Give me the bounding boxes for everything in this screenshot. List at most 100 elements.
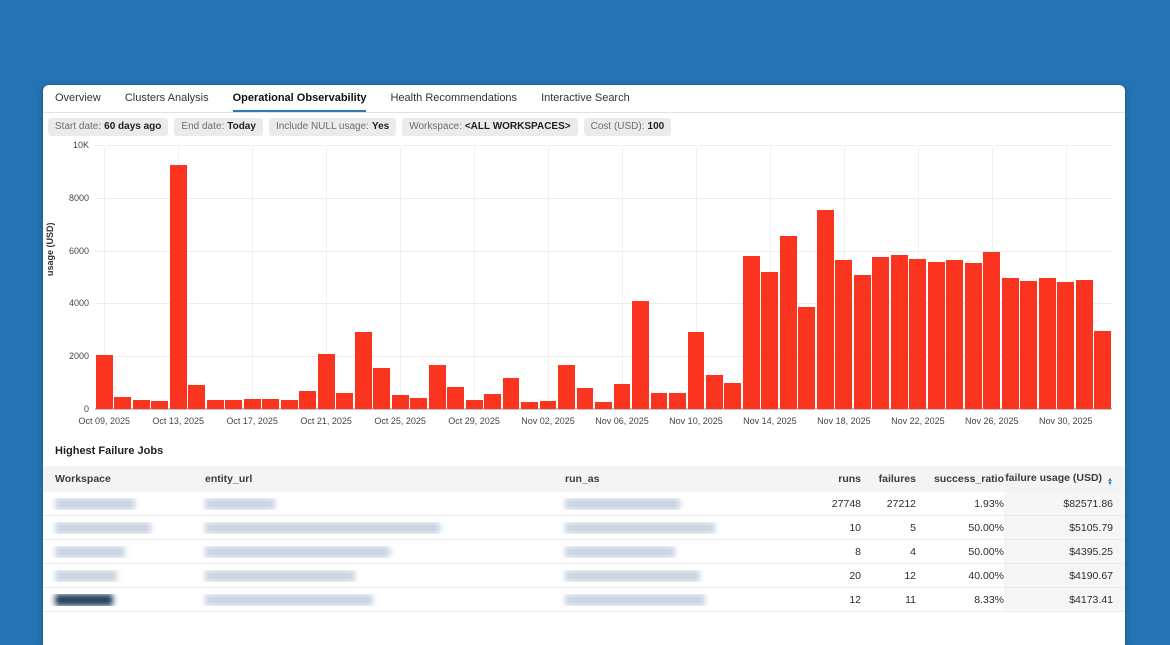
column-header-failures[interactable]: failures bbox=[861, 473, 916, 485]
tab-operational-observability[interactable]: Operational Observability bbox=[233, 85, 367, 112]
usage-bar-nov-26-2025[interactable] bbox=[983, 252, 1000, 409]
table-row: 201240.00%$4190.67 bbox=[43, 564, 1125, 588]
usage-bar-nov-28-2025[interactable] bbox=[1020, 281, 1037, 409]
sort-icon[interactable]: ▲▼ bbox=[1107, 478, 1113, 486]
usage-bar-oct-13-2025[interactable] bbox=[170, 165, 187, 409]
column-header-workspace[interactable]: Workspace bbox=[43, 473, 193, 485]
column-header-failure-usage-usd[interactable]: failure usage (USD)▲▼ bbox=[1004, 472, 1125, 486]
filter-chip-end-date[interactable]: End date:Today bbox=[174, 118, 263, 136]
usage-bar-oct-22-2025[interactable] bbox=[336, 393, 353, 409]
cell-success-ratio: 8.33% bbox=[916, 594, 1004, 606]
usage-bar-nov-08-2025[interactable] bbox=[651, 393, 668, 409]
column-header-runs[interactable]: runs bbox=[796, 473, 861, 485]
column-header-label: run_as bbox=[565, 473, 599, 485]
usage-bar-oct-12-2025[interactable] bbox=[151, 401, 168, 409]
usage-bar-oct-24-2025[interactable] bbox=[373, 368, 390, 409]
y-tick-label: 2000 bbox=[69, 351, 89, 361]
usage-bar-nov-11-2025[interactable] bbox=[706, 375, 723, 409]
gridline-vertical bbox=[252, 145, 253, 409]
y-tick-label: 8000 bbox=[69, 193, 89, 203]
filter-chip-start-date[interactable]: Start date:60 days ago bbox=[48, 118, 168, 136]
usage-bar-nov-17-2025[interactable] bbox=[817, 210, 834, 409]
usage-bar-oct-20-2025[interactable] bbox=[299, 391, 316, 409]
usage-bar-oct-14-2025[interactable] bbox=[188, 385, 205, 409]
usage-bar-oct-30-2025[interactable] bbox=[484, 394, 501, 409]
desktop-background: { "page": { "background_color": "#2573b3… bbox=[0, 0, 1170, 612]
filter-chip-cost-usd[interactable]: Cost (USD):100 bbox=[584, 118, 672, 136]
usage-bar-dec-02-2025[interactable] bbox=[1094, 331, 1111, 409]
usage-bar-oct-21-2025[interactable] bbox=[318, 354, 335, 409]
filter-value: Today bbox=[227, 121, 256, 132]
table-row: 10550.00%$5105.79 bbox=[43, 516, 1125, 540]
cell-failures: 27212 bbox=[861, 498, 916, 510]
dashboard-tab-bar: Overview Clusters Analysis Operational Obs… bbox=[43, 85, 1125, 113]
usage-bar-nov-03-2025[interactable] bbox=[558, 365, 575, 409]
usage-bar-oct-31-2025[interactable] bbox=[503, 378, 520, 409]
usage-bar-oct-10-2025[interactable] bbox=[114, 397, 131, 409]
redacted-cell-blur bbox=[55, 498, 135, 510]
usage-bar-oct-26-2025[interactable] bbox=[410, 398, 427, 409]
usage-bar-nov-01-2025[interactable] bbox=[521, 402, 538, 409]
usage-bar-dec-01-2025[interactable] bbox=[1076, 280, 1093, 409]
usage-bar-nov-15-2025[interactable] bbox=[780, 236, 797, 409]
usage-bar-nov-23-2025[interactable] bbox=[928, 262, 945, 409]
usage-bar-oct-16-2025[interactable] bbox=[225, 400, 242, 409]
usage-bar-nov-02-2025[interactable] bbox=[540, 401, 557, 409]
usage-bar-nov-25-2025[interactable] bbox=[965, 263, 982, 409]
usage-bar-nov-16-2025[interactable] bbox=[798, 307, 815, 409]
usage-bar-nov-07-2025[interactable] bbox=[632, 301, 649, 409]
usage-bar-nov-10-2025[interactable] bbox=[688, 332, 705, 409]
usage-bar-nov-24-2025[interactable] bbox=[946, 260, 963, 409]
usage-bar-oct-23-2025[interactable] bbox=[355, 332, 372, 409]
gridline-vertical bbox=[474, 145, 475, 409]
usage-bar-nov-19-2025[interactable] bbox=[854, 275, 871, 409]
usage-bar-nov-18-2025[interactable] bbox=[835, 260, 852, 409]
usage-bar-nov-20-2025[interactable] bbox=[872, 257, 889, 409]
dashboard-card: Overview Clusters Analysis Operational Obs… bbox=[43, 85, 1125, 645]
tab-clusters-analysis[interactable]: Clusters Analysis bbox=[125, 85, 209, 112]
filter-value: Yes bbox=[372, 121, 389, 132]
usage-bar-nov-30-2025[interactable] bbox=[1057, 282, 1074, 410]
usage-bar-nov-13-2025[interactable] bbox=[743, 256, 760, 409]
tab-health-recommendations[interactable]: Health Recommendations bbox=[390, 85, 517, 112]
usage-bar-oct-28-2025[interactable] bbox=[447, 387, 464, 409]
table-row: 8450.00%$4395.25 bbox=[43, 540, 1125, 564]
usage-bar-oct-29-2025[interactable] bbox=[466, 400, 483, 409]
column-header-entity-url[interactable]: entity_url bbox=[193, 473, 553, 485]
usage-bar-nov-22-2025[interactable] bbox=[909, 259, 926, 409]
redacted-cell-blur bbox=[55, 594, 113, 606]
gridline-vertical bbox=[400, 145, 401, 409]
tab-overview[interactable]: Overview bbox=[55, 85, 101, 112]
usage-bar-nov-14-2025[interactable] bbox=[761, 272, 778, 409]
usage-bar-nov-27-2025[interactable] bbox=[1002, 278, 1019, 409]
gridline-horizontal bbox=[95, 198, 1112, 199]
cell-run-as bbox=[553, 594, 796, 606]
usage-bar-oct-17-2025[interactable] bbox=[244, 399, 261, 409]
cell-workspace bbox=[43, 546, 193, 558]
usage-bar-oct-15-2025[interactable] bbox=[207, 400, 224, 409]
usage-bar-nov-04-2025[interactable] bbox=[577, 388, 594, 409]
chart-plot-area[interactable]: 0200040006000800010KOct 09, 2025Oct 13, … bbox=[95, 145, 1112, 409]
table-body: 27748272121.93%$82571.8610550.00%$5105.7… bbox=[43, 492, 1125, 612]
usage-bar-oct-11-2025[interactable] bbox=[133, 400, 150, 409]
usage-bar-nov-29-2025[interactable] bbox=[1039, 278, 1056, 409]
usage-bar-oct-27-2025[interactable] bbox=[429, 365, 446, 409]
tab-interactive-search[interactable]: Interactive Search bbox=[541, 85, 630, 112]
usage-bar-nov-05-2025[interactable] bbox=[595, 402, 612, 409]
usage-bar-nov-21-2025[interactable] bbox=[891, 255, 908, 409]
usage-bar-oct-25-2025[interactable] bbox=[392, 395, 409, 409]
filter-chip-include-null-usage[interactable]: Include NULL usage:Yes bbox=[269, 118, 396, 136]
redacted-cell-blur bbox=[205, 594, 373, 606]
usage-bar-oct-09-2025[interactable] bbox=[96, 355, 113, 409]
redacted-cell-blur bbox=[205, 522, 440, 534]
usage-bar-nov-12-2025[interactable] bbox=[724, 383, 741, 409]
usage-bar-nov-09-2025[interactable] bbox=[669, 393, 686, 409]
redacted-cell-blur bbox=[55, 522, 151, 534]
usage-bar-oct-18-2025[interactable] bbox=[262, 399, 279, 409]
column-header-run-as[interactable]: run_as bbox=[553, 473, 796, 485]
usage-bar-nov-06-2025[interactable] bbox=[614, 384, 631, 409]
filter-chip-workspace[interactable]: Workspace:<ALL WORKSPACES> bbox=[402, 118, 577, 136]
sort-down-arrow-icon: ▼ bbox=[1107, 482, 1113, 486]
column-header-success-ratio[interactable]: success_ratio bbox=[916, 473, 1004, 485]
usage-bar-oct-19-2025[interactable] bbox=[281, 400, 298, 409]
